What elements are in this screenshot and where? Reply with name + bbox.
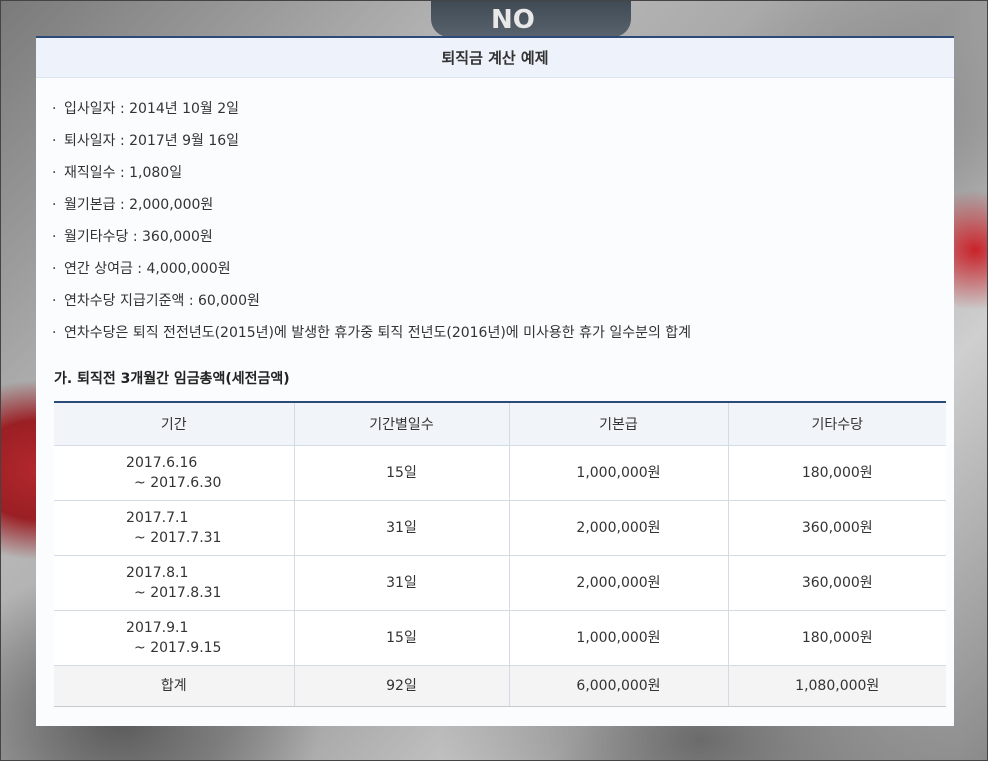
list-item: · 연차수당은 퇴직 전전년도(2015년)에 발생한 휴가중 퇴직 전년도(20…: [52, 322, 954, 354]
info-text: 연차수당 지급기준액 : 60,000원: [64, 293, 260, 309]
header-period: 기간: [54, 402, 294, 446]
table-row: 2017.9.1 ~ 2017.9.15 15일 1,000,000원 180,0…: [54, 610, 946, 666]
bullet: ·: [52, 261, 57, 277]
list-item: · 월기타수당 : 360,000원: [52, 226, 954, 258]
info-text: 월기타수당 : 360,000원: [64, 229, 213, 245]
background-keycap: NO: [431, 1, 631, 37]
header-other-allowance: 기타수당: [727, 402, 946, 446]
cell-base-pay: 1,000,000원: [508, 445, 728, 501]
cell-other-allowance: 360,000원: [727, 500, 946, 556]
cell-period: 2017.7.1 ~ 2017.7.31: [54, 500, 294, 556]
bullet: ·: [52, 197, 57, 213]
calculation-card: 퇴직금 계산 예제 · 입사일자 : 2014년 10월 2일 · 퇴사일자 : 2…: [36, 36, 954, 726]
cell-period: 2017.6.16 ~ 2017.6.30: [54, 445, 294, 501]
list-item: · 입사일자 : 2014년 10월 2일: [52, 98, 954, 130]
total-label: 합계: [54, 665, 294, 707]
info-text: 퇴사일자 : 2017년 9월 16일: [64, 133, 240, 149]
period-start: 2017.6.16: [126, 454, 198, 471]
period-end: ~ 2017.6.30: [134, 474, 222, 491]
bullet: ·: [52, 229, 57, 245]
cell-period: 2017.8.1 ~ 2017.8.31: [54, 555, 294, 611]
cell-days: 15일: [293, 445, 509, 501]
cell-base-pay: 2,000,000원: [508, 555, 728, 611]
card-header: 퇴직금 계산 예제: [36, 38, 954, 78]
table-row: 2017.7.1 ~ 2017.7.31 31일 2,000,000원 360,0…: [54, 500, 946, 556]
bullet: ·: [52, 325, 57, 341]
cell-base-pay: 1,000,000원: [508, 610, 728, 666]
table-row: 2017.6.16 ~ 2017.6.30 15일 1,000,000원 180,…: [54, 445, 946, 501]
info-text: 재직일수 : 1,080일: [64, 165, 183, 181]
table-row: 2017.8.1 ~ 2017.8.31 31일 2,000,000원 360,0…: [54, 555, 946, 611]
cell-other-allowance: 180,000원: [727, 610, 946, 666]
section-title: 가. 퇴직전 3개월간 임금총액(세전금액): [54, 371, 290, 387]
cell-days: 31일: [293, 500, 509, 556]
period-end: ~ 2017.7.31: [134, 529, 222, 546]
page-title: 퇴직금 계산 예제: [441, 49, 549, 67]
table-header-row: 기간 기간별일수 기본급 기타수당: [54, 402, 946, 446]
period-start: 2017.7.1: [126, 509, 189, 526]
wage-table: 기간 기간별일수 기본급 기타수당 2017.6.16 ~ 2017.6.30 1…: [54, 401, 946, 707]
total-days: 92일: [293, 665, 509, 707]
period-start: 2017.8.1: [126, 564, 189, 581]
cell-period: 2017.9.1 ~ 2017.9.15: [54, 610, 294, 666]
header-base-pay: 기본급: [508, 402, 728, 446]
info-text: 입사일자 : 2014년 10월 2일: [64, 101, 240, 117]
total-other-allowance: 1,080,000원: [727, 665, 946, 707]
info-text: 연간 상여금 : 4,000,000원: [64, 261, 231, 277]
info-text: 월기본급 : 2,000,000원: [64, 197, 214, 213]
info-list: · 입사일자 : 2014년 10월 2일 · 퇴사일자 : 2017년 9월 16…: [36, 78, 954, 354]
table-total-row: 합계 92일 6,000,000원 1,080,000원: [54, 665, 946, 707]
bullet: ·: [52, 165, 57, 181]
bullet: ·: [52, 101, 57, 117]
list-item: · 연간 상여금 : 4,000,000원: [52, 258, 954, 290]
bullet: ·: [52, 133, 57, 149]
total-base-pay: 6,000,000원: [508, 665, 728, 707]
list-item: · 재직일수 : 1,080일: [52, 162, 954, 194]
bullet: ·: [52, 293, 57, 309]
list-item: · 월기본급 : 2,000,000원: [52, 194, 954, 226]
background-keycap-text: NO: [491, 5, 535, 35]
list-item: · 연차수당 지급기준액 : 60,000원: [52, 290, 954, 322]
cell-days: 31일: [293, 555, 509, 611]
period-start: 2017.9.1: [126, 619, 189, 636]
list-item: · 퇴사일자 : 2017년 9월 16일: [52, 130, 954, 162]
period-end: ~ 2017.8.31: [134, 584, 222, 601]
header-days: 기간별일수: [293, 402, 509, 446]
info-text: 연차수당은 퇴직 전전년도(2015년)에 발생한 휴가중 퇴직 전년도(201…: [64, 325, 692, 341]
cell-days: 15일: [293, 610, 509, 666]
wage-table-wrap: 기간 기간별일수 기본급 기타수당 2017.6.16 ~ 2017.6.30 1…: [54, 401, 946, 707]
period-end: ~ 2017.9.15: [134, 639, 222, 656]
cell-other-allowance: 180,000원: [727, 445, 946, 501]
cell-other-allowance: 360,000원: [727, 555, 946, 611]
cell-base-pay: 2,000,000원: [508, 500, 728, 556]
